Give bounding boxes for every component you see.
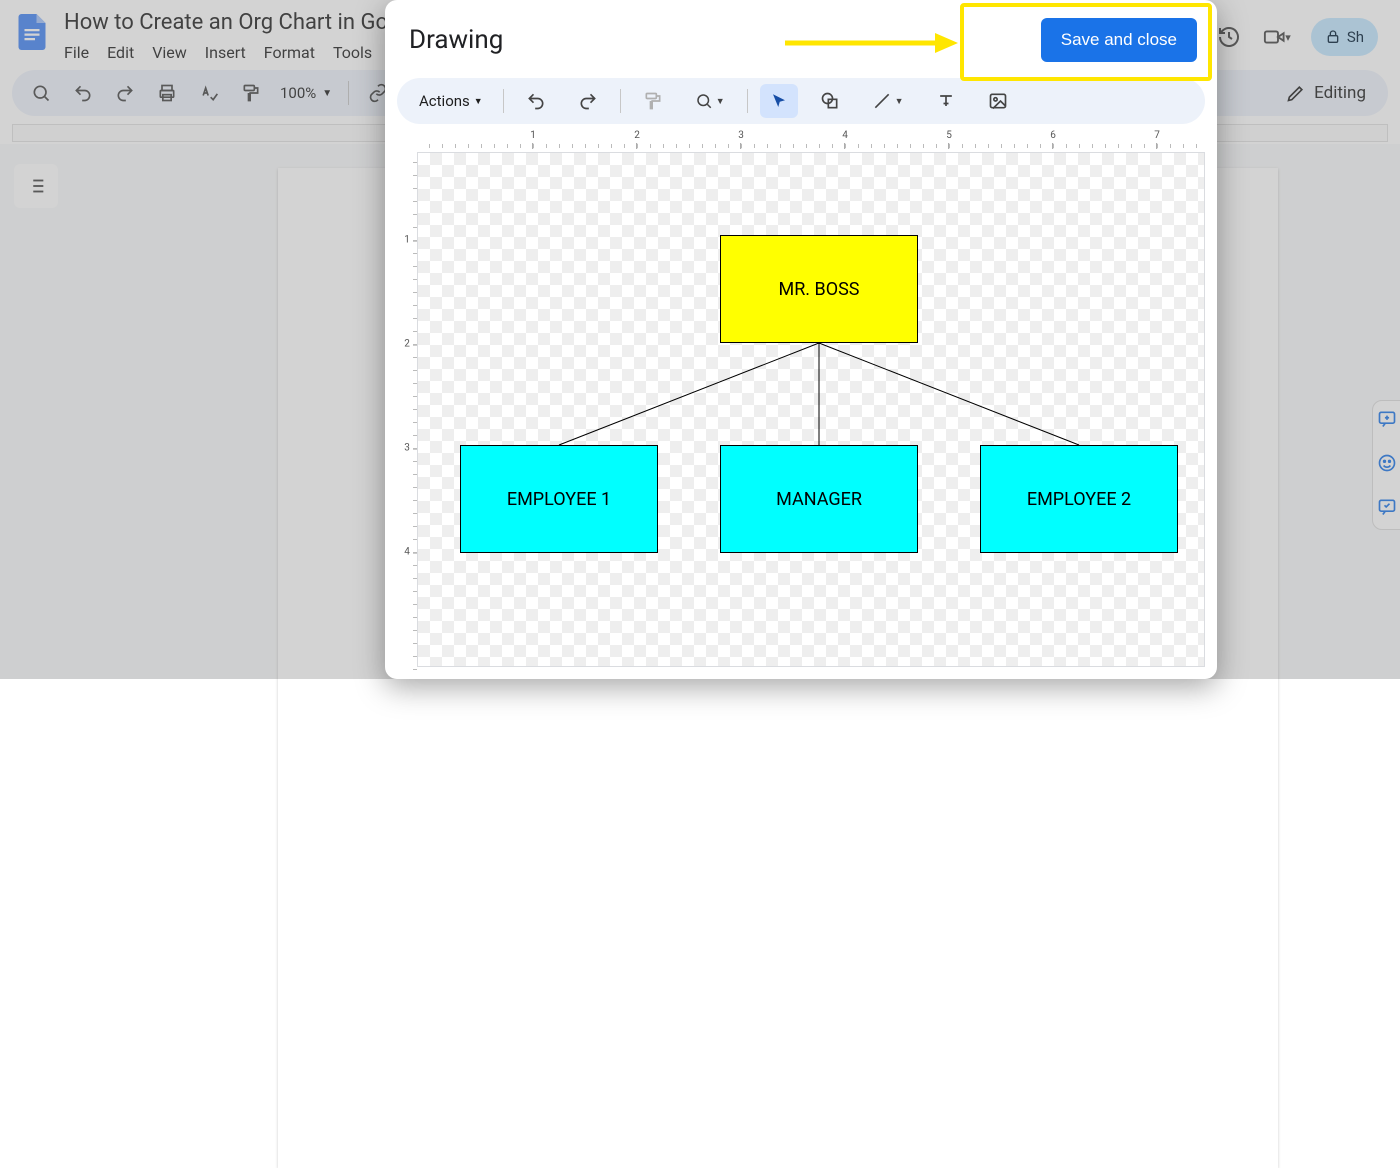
suggest-edit-icon[interactable]: [1377, 497, 1397, 521]
drawing-header: Drawing Save and close: [385, 0, 1217, 78]
drawing-modal: Drawing Save and close Actions▼ ▼ ▼ 1234…: [385, 0, 1217, 679]
drawing-body: 1234 MR. BOSS EMPLOYEE 1 MANAGER EMPLOYEE 2: [397, 152, 1205, 667]
paint-format-icon[interactable]: [633, 84, 673, 118]
outline-toggle-icon[interactable]: [14, 164, 58, 208]
add-comment-icon[interactable]: [1377, 409, 1397, 433]
share-label: Sh: [1347, 28, 1364, 46]
docs-logo-icon[interactable]: [12, 12, 52, 52]
redo-icon[interactable]: [112, 80, 138, 106]
editing-label: Editing: [1314, 83, 1366, 103]
toolbar-separator: [747, 89, 748, 113]
zoom-value: 100%: [280, 84, 316, 102]
line-tool[interactable]: ▼: [862, 84, 914, 118]
side-comment-tools: [1372, 400, 1400, 530]
drawing-title: Drawing: [409, 25, 503, 55]
menu-edit[interactable]: Edit: [107, 43, 134, 62]
menu-view[interactable]: View: [152, 43, 187, 62]
emoji-reaction-icon[interactable]: [1377, 453, 1397, 477]
select-tool[interactable]: [760, 84, 798, 118]
docs-header-right: ▾ Sh: [1215, 6, 1388, 56]
zoom-dropdown[interactable]: ▼: [685, 84, 735, 118]
toolbar-separator: [348, 81, 349, 105]
redo-icon[interactable]: [568, 84, 608, 118]
drawing-ruler-vertical: 1234: [397, 152, 417, 667]
drawing-canvas[interactable]: MR. BOSS EMPLOYEE 1 MANAGER EMPLOYEE 2: [417, 152, 1205, 667]
save-and-close-button[interactable]: Save and close: [1041, 18, 1197, 62]
paint-format-icon[interactable]: [238, 80, 264, 106]
org-node-mgr[interactable]: MANAGER: [720, 445, 918, 553]
menu-insert[interactable]: Insert: [205, 43, 246, 62]
print-icon[interactable]: [154, 80, 180, 106]
actions-dropdown[interactable]: Actions▼: [411, 92, 491, 110]
meet-icon[interactable]: ▾: [1263, 23, 1291, 51]
org-edge[interactable]: [559, 343, 819, 445]
menu-file[interactable]: File: [64, 43, 89, 62]
menu-format[interactable]: Format: [264, 43, 315, 62]
undo-icon[interactable]: [516, 84, 556, 118]
drawing-ruler-horizontal: 1234567: [409, 130, 1205, 152]
menu-tools[interactable]: Tools: [333, 43, 372, 62]
image-tool[interactable]: [978, 84, 1018, 118]
toolbar-separator: [620, 89, 621, 113]
share-button[interactable]: Sh: [1311, 18, 1378, 56]
org-node-boss[interactable]: MR. BOSS: [720, 235, 918, 343]
zoom-dropdown[interactable]: 100%▼: [280, 84, 332, 102]
org-edge[interactable]: [819, 343, 1079, 445]
drawing-toolbar: Actions▼ ▼ ▼: [397, 78, 1205, 124]
spellcheck-icon[interactable]: [196, 80, 222, 106]
org-node-emp1[interactable]: EMPLOYEE 1: [460, 445, 658, 553]
history-icon[interactable]: [1215, 23, 1243, 51]
actions-label: Actions: [419, 92, 470, 110]
toolbar-separator: [503, 89, 504, 113]
undo-icon[interactable]: [70, 80, 96, 106]
shape-tool[interactable]: [810, 84, 850, 118]
editing-mode-button[interactable]: Editing: [1286, 83, 1372, 103]
org-node-emp2[interactable]: EMPLOYEE 2: [980, 445, 1178, 553]
search-icon[interactable]: [28, 80, 54, 106]
textbox-tool[interactable]: [926, 84, 966, 118]
